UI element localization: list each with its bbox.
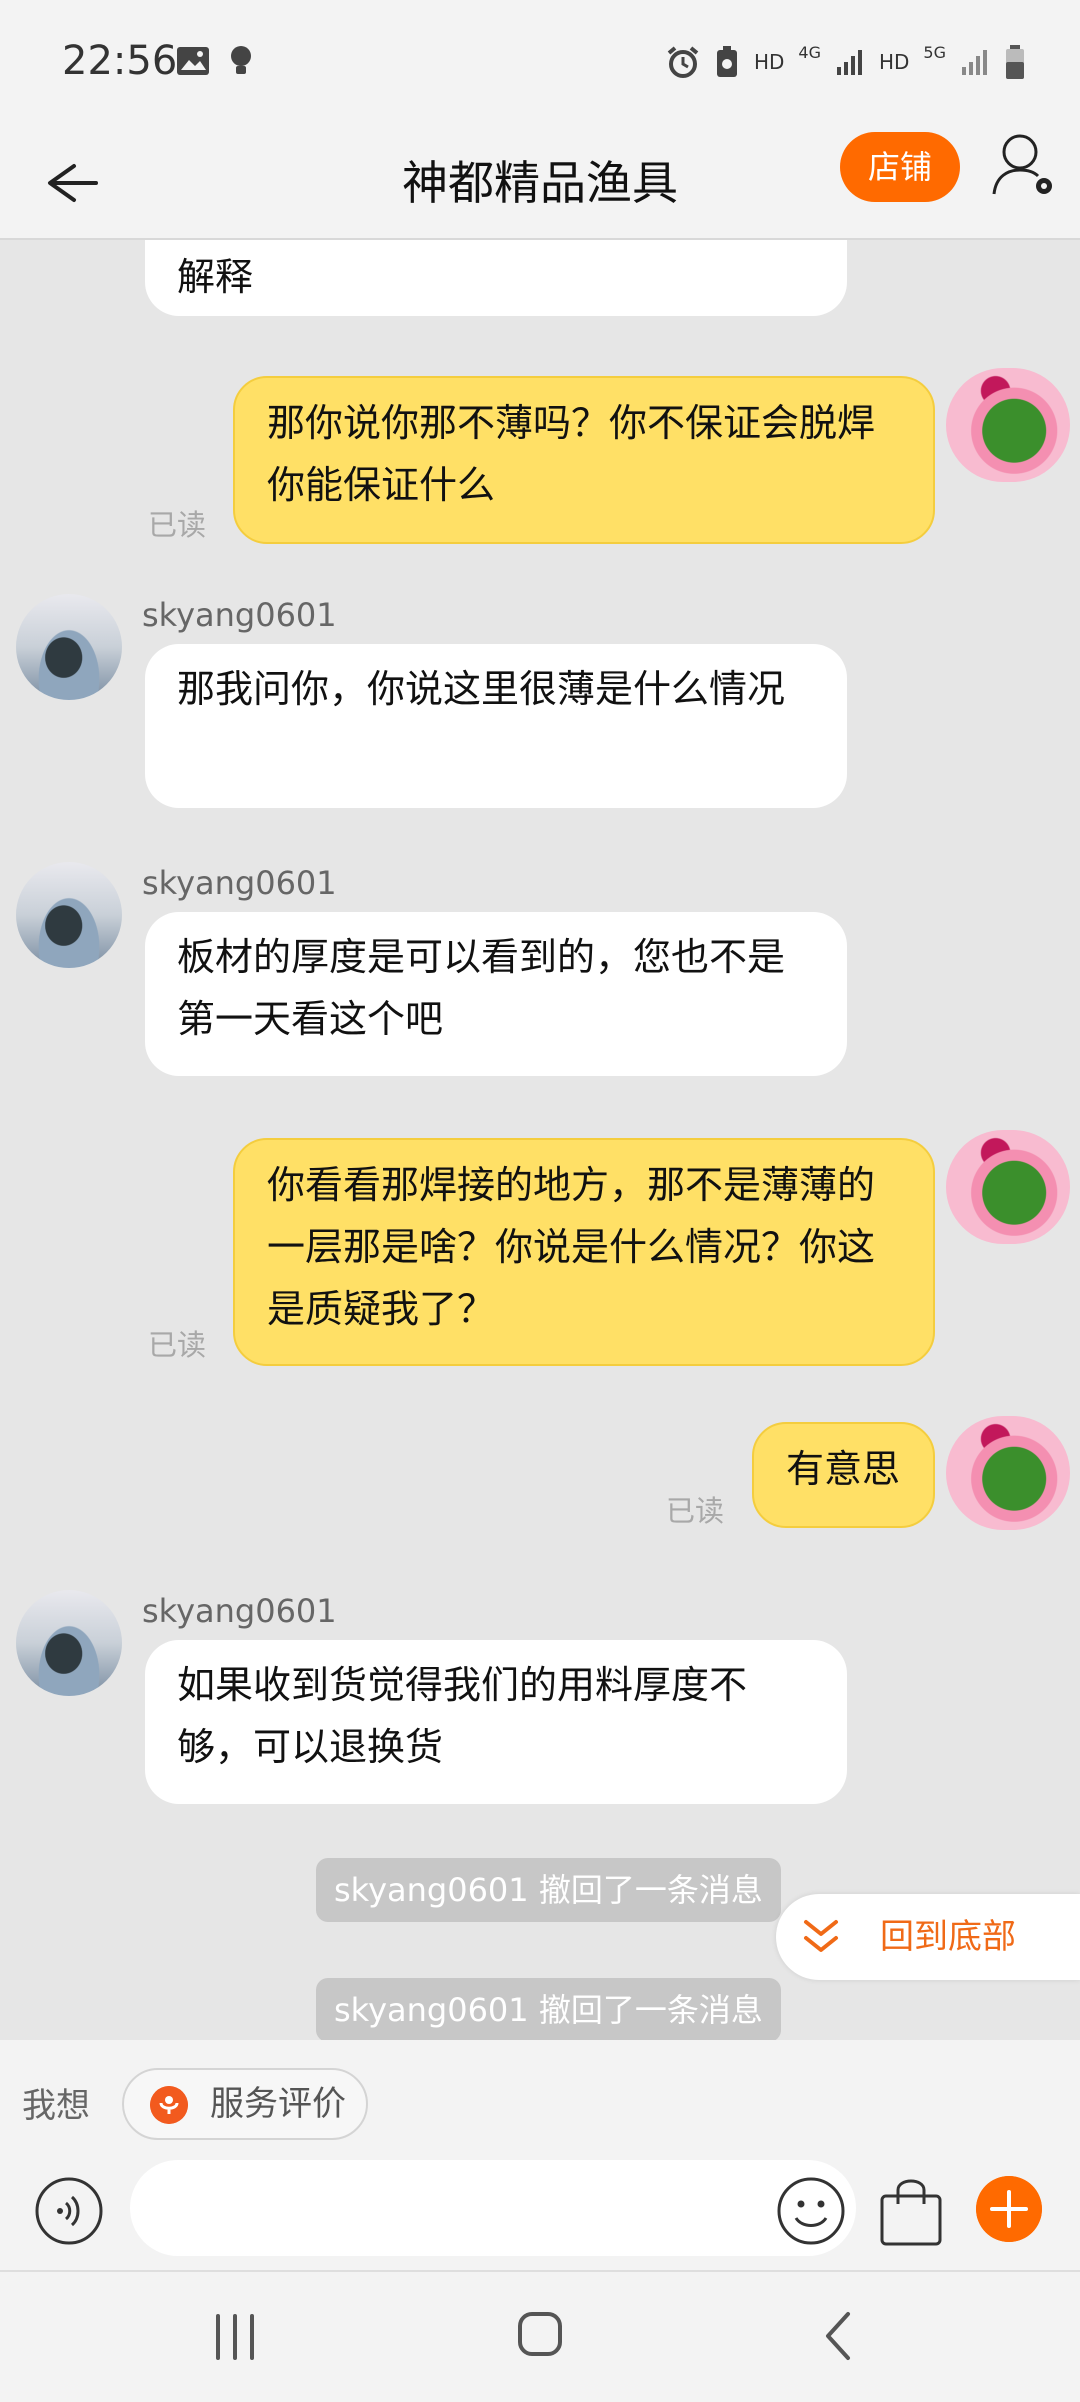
user-settings-icon[interactable]	[988, 128, 1058, 208]
system-nav-bar	[0, 2270, 1080, 2402]
jump-to-bottom-label: 回到底部	[880, 1917, 1016, 1957]
other-avatar[interactable]	[16, 594, 122, 700]
home-icon[interactable]	[514, 2308, 566, 2360]
recall-notice: skyang0601 撤回了一条消息	[316, 1978, 781, 2040]
hd-label-2: HD	[878, 50, 910, 74]
nav-back-icon[interactable]	[818, 2308, 858, 2364]
message-text: 解释	[177, 255, 254, 299]
input-bar	[0, 2160, 1080, 2270]
signal-icon-2	[962, 50, 987, 75]
bulb-icon	[231, 46, 251, 74]
battery-saver-icon	[716, 46, 737, 77]
message-text: 那你说你那不薄吗？你不保证会脱焊你能保证什么	[267, 401, 876, 507]
status-time: 22:56	[62, 38, 178, 84]
read-status: 已读	[666, 1494, 725, 1528]
read-status: 已读	[148, 1328, 207, 1362]
message-bubble-self[interactable]: 有意思	[752, 1422, 935, 1528]
message-bubble-self[interactable]: 那你说你那不薄吗？你不保证会脱焊你能保证什么	[233, 376, 935, 544]
double-chevron-down-icon	[804, 1920, 838, 1952]
battery-icon	[1006, 45, 1024, 79]
voice-input-icon[interactable]	[34, 2176, 104, 2246]
recents-icon[interactable]	[210, 2310, 260, 2364]
status-icons-right: HD 4G HD 5G	[666, 42, 1026, 80]
recall-notice: skyang0601 撤回了一条消息	[316, 1858, 781, 1922]
other-avatar[interactable]	[16, 1590, 122, 1696]
message-text: 板材的厚度是可以看到的，您也不是第一天看这个吧	[177, 935, 786, 1041]
message-bubble-other[interactable]: 那我问你，你说这里很薄是什么情况	[145, 644, 847, 808]
service-review-chip[interactable]: 服务评价	[122, 2068, 368, 2140]
sender-name: skyang0601	[142, 596, 337, 634]
signal-icon	[836, 50, 862, 75]
message-bubble-self[interactable]: 你看看那焊接的地方，那不是薄薄的一层那是啥？你说是什么情况？你这是质疑我了？	[233, 1138, 935, 1366]
plus-icon[interactable]	[976, 2176, 1042, 2242]
emoji-icon[interactable]	[776, 2176, 846, 2246]
message-input[interactable]	[130, 2160, 856, 2256]
image-icon	[177, 47, 209, 75]
message-bubble-other[interactable]: 板材的厚度是可以看到的，您也不是第一天看这个吧	[145, 912, 847, 1076]
read-status: 已读	[148, 508, 207, 542]
jump-to-bottom-button[interactable]: 回到底部	[776, 1894, 1080, 1980]
message-text: 那我问你，你说这里很薄是什么情况	[177, 667, 786, 711]
4g-label: 4G	[798, 42, 821, 62]
self-avatar[interactable]	[946, 368, 1070, 482]
message-bubble-other[interactable]: 解释	[145, 240, 847, 316]
shopping-bag-icon[interactable]	[876, 2174, 946, 2248]
status-bar: 22:56 HD 4G HD 5G	[0, 0, 1080, 128]
sender-name: skyang0601	[142, 864, 337, 902]
app-bar: 神都精品渔具 店铺	[0, 128, 1080, 240]
5g-label: 5G	[923, 42, 946, 62]
self-avatar[interactable]	[946, 1130, 1070, 1244]
hd-label-1: HD	[753, 50, 785, 74]
quick-action-bar: 我想 服务评价	[0, 2040, 1080, 2160]
quick-label: 我想	[22, 2086, 90, 2126]
status-icons-left	[176, 44, 254, 78]
message-bubble-other[interactable]: 如果收到货觉得我们的用料厚度不够，可以退换货	[145, 1640, 847, 1804]
message-text: 如果收到货觉得我们的用料厚度不够，可以退换货	[177, 1663, 748, 1769]
sender-name: skyang0601	[142, 1592, 337, 1630]
alarm-icon	[667, 46, 699, 78]
service-review-label: 服务评价	[210, 2084, 346, 2124]
flower-icon	[150, 2086, 188, 2124]
self-avatar[interactable]	[946, 1416, 1070, 1530]
message-text: 有意思	[786, 1447, 901, 1491]
store-button[interactable]: 店铺	[840, 132, 960, 202]
message-text: 你看看那焊接的地方，那不是薄薄的一层那是啥？你说是什么情况？你这是质疑我了？	[267, 1163, 876, 1331]
chat-area[interactable]: 解释 那你说你那不薄吗？你不保证会脱焊你能保证什么 已读 skyang0601 …	[0, 240, 1080, 2040]
other-avatar[interactable]	[16, 862, 122, 968]
